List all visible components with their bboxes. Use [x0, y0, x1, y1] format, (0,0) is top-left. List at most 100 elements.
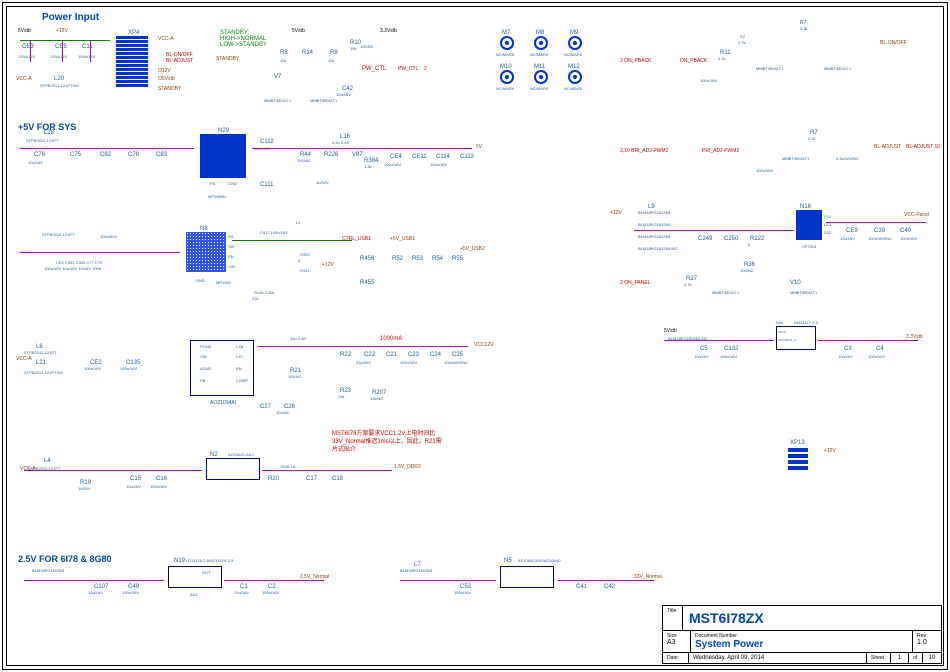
ref-r145c406: R145 C406: [254, 290, 274, 295]
aoz-pgnd: PGND: [200, 344, 212, 349]
tb-title-lbl: Title: [663, 606, 683, 630]
ref-c39: C39: [874, 228, 885, 234]
part-ld1117: LD1117A-2.5/AZ1117H-2.5: [186, 558, 233, 563]
ref-l1-usb: L1: [296, 220, 300, 225]
ref-c22: C22: [364, 352, 375, 358]
ref-c21: C21: [386, 352, 397, 358]
ref-c24: C24: [430, 352, 441, 358]
ref-m10: M10: [500, 64, 512, 70]
wire-ams-out: [818, 340, 918, 341]
wire: [20, 148, 194, 149]
val-c52: 100n/16V: [454, 590, 471, 595]
rail-vcc-panel: VCC-Panel: [904, 212, 929, 218]
val-100n16v: 100n/16V: [78, 54, 95, 59]
part-mmbt-2: MMBT3904LT1: [310, 98, 337, 103]
chip-n8: [186, 232, 226, 272]
tb-total: 10: [923, 653, 941, 663]
ref-r52-usb: R52: [392, 256, 403, 262]
n29-vin: VIN: [188, 156, 195, 161]
val-22k: 22k: [252, 296, 258, 301]
ref-n16: N16: [800, 204, 811, 210]
val-100n-c114: 100n/16V: [430, 162, 447, 167]
tb-product: MST6I78ZX: [683, 606, 941, 630]
ams-vout: VOUT: [778, 330, 786, 334]
val-r207: 10k/NC: [370, 396, 383, 401]
ref-ce11: CE11: [412, 154, 427, 160]
part-ams: AMS1117-3.3: [794, 320, 818, 325]
part-ap1084: AP1084D33/GAZ1084D: [518, 558, 561, 563]
val-nc-m8: NC/MARK: [530, 52, 548, 57]
part-stpb-sys: STPB2012-121PT: [26, 138, 58, 143]
aoz-comp: COMP: [236, 378, 248, 383]
rail-33v: 33V_Normal: [634, 574, 662, 580]
ref-m7: M7: [502, 30, 510, 36]
ref-m12: M12: [568, 64, 580, 70]
val-r222-0: 0: [748, 242, 750, 247]
val-r9: 10k: [328, 58, 334, 63]
part-aoz: AOZ1094AI: [210, 400, 236, 406]
val-100u16v-ce4: 100u/16V: [384, 162, 401, 167]
signal-pwctl: PW_CTL: [362, 66, 386, 72]
val-3p3u-nc: 3.3u/10V/NC: [836, 156, 859, 161]
ref-r9: R9: [330, 50, 338, 56]
ref-r456: R456: [360, 256, 374, 262]
ref-c27: C27: [260, 404, 271, 410]
n8-en: EN: [228, 254, 234, 259]
ref-xp13: XP13: [790, 440, 805, 446]
val-c39: 100n/16V/NC: [868, 236, 892, 241]
sig-ctrl-usb1: CTRL_USB1: [342, 236, 371, 242]
ref-n5-ap: N5: [504, 558, 512, 564]
tb-subtitle: System Power: [695, 639, 908, 650]
aoz-agnd: AGND: [200, 366, 212, 371]
ref-c417: C417 100n/16V: [260, 230, 288, 235]
val-cap-100u50v: 100u/50V: [100, 234, 117, 239]
wire-2p5-in: [24, 580, 164, 581]
ref-m8: M8: [536, 30, 544, 36]
val-c76: 10u/16V: [28, 160, 43, 165]
xp4-o12v: O12V: [158, 68, 171, 74]
val-10n-nc: 10n/NC: [276, 410, 290, 415]
ref-c17-ddr: C17: [306, 476, 317, 482]
n8-ss: SS: [228, 234, 233, 239]
n8-gnd: GND: [196, 278, 205, 283]
tb-sheet-lbl: Sheet: [867, 653, 891, 663]
val-rs40c: RS40C: [298, 158, 311, 163]
title-block: Title MST6I78ZX Size A3 Document Number …: [662, 605, 942, 664]
aoz-en: EN: [236, 366, 242, 371]
val-1p3k: 1.3k: [364, 164, 372, 169]
ref-c5-ams: C5: [700, 346, 708, 352]
ams-vin: VIN/VGUT_3: [778, 338, 796, 342]
wire-sys-out: [252, 148, 472, 149]
part-blm-3: BLM18PG181SN1: [638, 234, 671, 239]
ref-c16-ddr: C16: [156, 476, 167, 482]
ref-r53-usb: R53: [412, 256, 423, 262]
tb-date-lbl: Date:: [663, 653, 689, 663]
val-r11: 4.7k: [718, 56, 726, 61]
chip-ld1117: [168, 566, 222, 588]
ref-n2-az: N2: [210, 452, 218, 458]
rail-usb2: +5V_USB2: [460, 246, 485, 252]
tb-of: of: [909, 653, 923, 663]
sig-bl-onoff-r: BL-ON/OFF: [880, 40, 907, 46]
ref-c112-sys: C112: [260, 139, 274, 145]
ref-r8: R8: [280, 50, 288, 56]
ref-r226: R226: [324, 152, 338, 158]
val-r23: 10k: [338, 394, 344, 399]
val-c135: 100n/16V: [120, 366, 137, 371]
ref-d22: D22: [824, 230, 831, 235]
section-title-power-input: Power Input: [42, 12, 99, 23]
n29-en: EN: [188, 140, 194, 145]
xp13-row2: [788, 454, 808, 458]
ref-r14: R14: [302, 50, 313, 56]
aoz-lx8: LX8: [236, 344, 243, 349]
wire: [20, 40, 110, 41]
ref-c111: C111: [260, 182, 273, 188]
val-c49: 100n/16V: [122, 590, 139, 595]
val-r0-usb: 0: [298, 258, 300, 263]
val-2p7k-2: 2.7k: [808, 136, 816, 141]
ref-v7: V7: [274, 74, 281, 80]
ref-r55: R55: [452, 256, 463, 262]
ref-v10-panel: V10: [790, 280, 801, 286]
xp4-vcca: VCC-A: [158, 36, 174, 42]
ref-ce3: CE3: [22, 44, 34, 50]
